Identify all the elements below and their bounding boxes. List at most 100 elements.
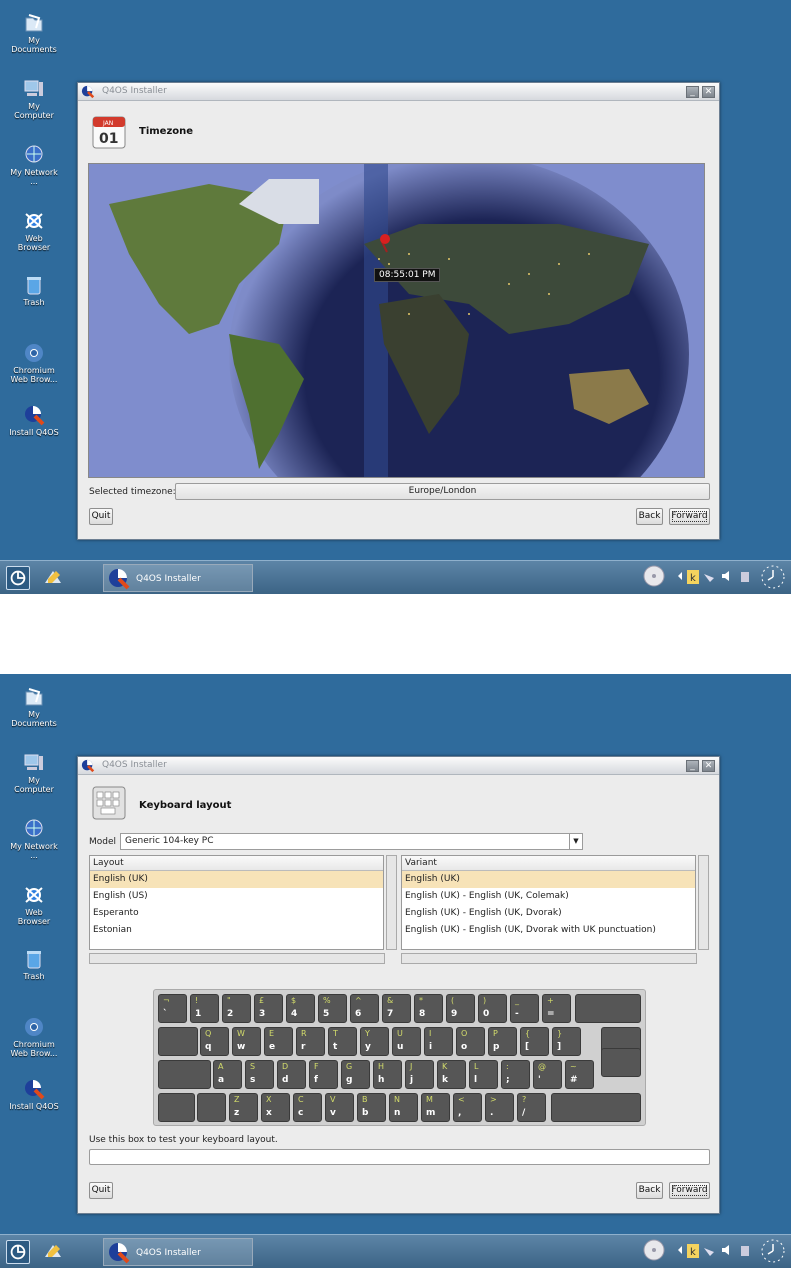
clock-icon[interactable] — [760, 1238, 786, 1266]
quicklaunch-desktop-icon[interactable] — [42, 567, 64, 592]
layout-list[interactable]: Layout English (UK) English (US) Esperanto E… — [89, 855, 384, 950]
quit-button[interactable]: Quit — [89, 508, 113, 525]
list-item[interactable]: Esperanto — [90, 905, 383, 922]
list-item[interactable]: English (US) — [90, 888, 383, 905]
key-label: ` — [163, 1009, 168, 1019]
clock-icon[interactable] — [760, 564, 786, 592]
desktop-icon-folder-documents[interactable]: My Documents — [8, 12, 60, 54]
network-tray-icon[interactable] — [702, 1238, 716, 1266]
desktop-screen-keyboard: My Documents My Computer My Network ... Web… — [0, 674, 791, 1268]
close-button[interactable]: ✕ — [702, 86, 715, 98]
taskbar: Q4OS Installer k — [0, 1234, 791, 1268]
list-item[interactable]: Estonian — [90, 922, 383, 939]
desktop-icon-web-browser[interactable]: Web Browser — [8, 884, 60, 926]
desktop-icon-trash[interactable]: Trash — [8, 948, 60, 981]
variant-list[interactable]: Variant English (UK) English (UK) - Englis… — [401, 855, 696, 950]
key-label: 2 — [227, 1009, 234, 1019]
tray-arrow-icon[interactable] — [676, 1238, 684, 1266]
desktop-icon-network-globe[interactable]: My Network ... — [8, 144, 60, 186]
desktop-icon-label: Chromium Web Brow... — [10, 366, 58, 384]
forward-button[interactable]: Forward — [669, 1182, 710, 1199]
keyboard-key: Zz — [229, 1093, 258, 1122]
list-item[interactable]: English (UK) — [90, 871, 383, 888]
variant-list-hscrollbar[interactable] — [401, 953, 697, 964]
desktop-icon-computer[interactable]: My Computer — [8, 752, 60, 794]
list-item[interactable]: English (UK) - English (UK, Dvorak with … — [402, 922, 695, 939]
desktop-icon-label: Chromium Web Brow... — [10, 1040, 58, 1058]
desktop-icon-chromium[interactable]: Chromium Web Brow... — [8, 1016, 60, 1058]
model-select-value: Generic 104-key PC — [125, 836, 214, 846]
variant-list-vscrollbar[interactable] — [698, 855, 709, 950]
key-label: y — [365, 1042, 371, 1052]
back-button[interactable]: Back — [636, 1182, 663, 1199]
keyboard-key — [197, 1093, 226, 1122]
key-label: g — [346, 1075, 353, 1085]
back-button[interactable]: Back — [636, 508, 663, 525]
desktop-icon-web-browser[interactable]: Web Browser — [8, 210, 60, 252]
keyboard-key: Ll — [469, 1060, 498, 1089]
layout-list-vscrollbar[interactable] — [386, 855, 397, 950]
minimize-button[interactable]: _ — [686, 760, 699, 772]
key-label: 4 — [291, 1009, 298, 1019]
taskbar-app-q4os-installer[interactable]: Q4OS Installer — [103, 1238, 253, 1266]
list-item[interactable]: English (UK) — [402, 871, 695, 888]
keyboard-icon — [92, 785, 126, 821]
volume-icon[interactable] — [720, 564, 734, 592]
desktop-icon-trash[interactable]: Trash — [8, 274, 60, 307]
cd-drive-icon[interactable] — [642, 1238, 666, 1266]
quicklaunch-desktop-icon[interactable] — [42, 1241, 64, 1266]
key-shift-label: Z — [234, 1095, 240, 1104]
desktop-icon-label: Install Q4OS — [9, 1102, 59, 1111]
network-tray-icon[interactable] — [702, 564, 716, 592]
keyboard-test-input[interactable] — [89, 1149, 710, 1165]
keyboard-key: £3 — [254, 994, 283, 1023]
list-item[interactable]: English (UK) - English (UK, Colemak) — [402, 888, 695, 905]
layout-list-hscrollbar[interactable] — [89, 953, 385, 964]
close-button[interactable]: ✕ — [702, 760, 715, 772]
web-browser-icon — [8, 884, 60, 906]
keyboard-key: Yy — [360, 1027, 389, 1056]
kde-k-icon[interactable]: k — [686, 564, 700, 592]
list-item[interactable]: English (UK) - English (UK, Dvorak) — [402, 905, 695, 922]
chromium-icon — [8, 342, 60, 364]
minimize-button[interactable]: _ — [686, 86, 699, 98]
keyboard-key: % 5 — [318, 994, 347, 1023]
desktop-icon-chromium[interactable]: Chromium Web Brow... — [8, 342, 60, 384]
model-select[interactable]: Generic 104-key PC ▼ — [120, 833, 583, 850]
taskbar-app-q4os-installer[interactable]: Q4OS Installer — [103, 564, 253, 592]
key-shift-label: K — [442, 1062, 448, 1071]
usb-icon[interactable] — [738, 1238, 752, 1266]
web-browser-icon — [8, 210, 60, 232]
start-menu-button[interactable] — [6, 566, 30, 590]
usb-icon[interactable] — [738, 564, 752, 592]
selected-timezone-field[interactable]: Europe/London — [175, 483, 710, 500]
desktop-icon-q4os-installer[interactable]: Install Q4OS — [8, 404, 60, 437]
volume-icon[interactable] — [720, 1238, 734, 1266]
keyboard-key: Tt — [328, 1027, 357, 1056]
taskbar-app-label: Q4OS Installer — [136, 1248, 201, 1258]
forward-button[interactable]: Forward — [669, 508, 710, 525]
kde-k-icon[interactable]: k — [686, 1238, 700, 1266]
key-label: 7 — [387, 1009, 394, 1019]
folder-documents-icon — [8, 686, 60, 708]
desktop-icon-q4os-installer[interactable]: Install Q4OS — [8, 1078, 60, 1111]
desktop-icon-folder-documents[interactable]: My Documents — [8, 686, 60, 728]
quit-button[interactable]: Quit — [89, 1182, 113, 1199]
keyboard-key: Mm — [421, 1093, 450, 1122]
key-label: 8 — [419, 1009, 426, 1019]
desktop-icon-computer[interactable]: My Computer — [8, 78, 60, 120]
keyboard-key: Ii — [424, 1027, 453, 1056]
keyboard-key: ! 1 — [190, 994, 219, 1023]
desktop-icon-label: My Computer — [14, 102, 54, 120]
key-label: l — [474, 1075, 478, 1085]
desktop-icon-network-globe[interactable]: My Network ... — [8, 818, 60, 860]
key-shift-label: L — [474, 1062, 479, 1071]
keyboard-key: @ ' — [533, 1060, 562, 1089]
tray-arrow-icon[interactable] — [676, 564, 684, 592]
key-label: - — [515, 1009, 519, 1019]
world-timezone-map[interactable]: 08:55:01 PM — [88, 163, 705, 478]
start-menu-button[interactable] — [6, 1240, 30, 1264]
cd-drive-icon[interactable] — [642, 564, 666, 592]
map-time-tooltip: 08:55:01 PM — [374, 268, 441, 282]
key-shift-label: ? — [522, 1095, 527, 1104]
